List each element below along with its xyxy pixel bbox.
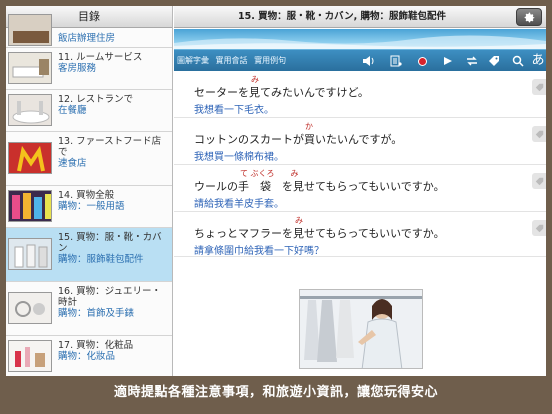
- repeat-icon[interactable]: [464, 53, 480, 69]
- japanese-sentence: コットンのスカートが買いたいんですが。: [194, 133, 403, 146]
- list-item[interactable]: か コットンのスカートが買いたいんですが。 我想買一條棉布裙。: [174, 118, 546, 165]
- kana-icon[interactable]: あ: [530, 53, 546, 69]
- sidebar-item-title: 11. ルームサービス: [58, 52, 143, 63]
- sidebar-item-10[interactable]: 飯店辦理住房: [6, 14, 172, 48]
- tag-icon[interactable]: [486, 53, 502, 69]
- sidebar-item-title: 14. 買物全般: [58, 190, 115, 201]
- list-item[interactable]: て ぶくろ み ウールの手 袋 を見せてもらってもいいですか。 請給我看羊皮手套…: [174, 165, 546, 212]
- japanese-sentence: セーターを見てみたいんですけど。: [194, 86, 369, 99]
- main-header: 15. 買物：服・靴・カバン, 購物：服飾鞋包配件: [174, 6, 546, 28]
- tag-icon: [535, 83, 543, 91]
- thumbnail-image: [8, 238, 52, 270]
- main-panel: 15. 買物：服・靴・カバン, 購物：服飾鞋包配件 圖解字彙 實用會話 實用例句: [174, 6, 546, 376]
- sidebar-item-12[interactable]: 12. レストランで 在餐廳: [6, 90, 172, 132]
- sidebar-item-title: 17. 買物：化粧品: [58, 340, 134, 351]
- list-item[interactable]: み セーターを見てみたいんですけど。 我想看一下毛衣。: [174, 71, 546, 118]
- sentence-list: み セーターを見てみたいんですけど。 我想看一下毛衣。 か コットンのスカートが…: [174, 71, 546, 257]
- sidebar-item-subtitle: 飯店辦理住房: [58, 33, 116, 44]
- promo-caption: 適時提點各種注意事項，和旅遊小資訊，讓您玩得安心: [113, 385, 438, 400]
- tag-icon: [535, 177, 543, 185]
- japanese-sentence: ちょっとマフラーを見せてもらってもいいですか。: [194, 227, 445, 240]
- play-icon[interactable]: [440, 53, 456, 69]
- settings-button[interactable]: [516, 8, 542, 26]
- sidebar-item-subtitle: 客房服務: [58, 63, 97, 74]
- tag-button[interactable]: [532, 220, 546, 236]
- playlist-icon[interactable]: [388, 53, 404, 69]
- chinese-translation: 我想看一下毛衣。: [194, 105, 274, 116]
- decorative-banner: [174, 29, 546, 49]
- sidebar-item-subtitle: 購物：首飾及手錶: [58, 308, 135, 319]
- japanese-sentence: ウールの手 袋 を見せてもらってもいいですか。: [194, 180, 445, 193]
- sidebar-item-subtitle: 速食店: [58, 158, 87, 169]
- sidebar-item-title: 12. レストランで: [58, 94, 134, 105]
- tag-icon: [535, 224, 543, 232]
- tab-conversation[interactable]: 實用會話: [216, 56, 248, 65]
- tag-button[interactable]: [532, 79, 546, 95]
- page-title: 15. 買物：服・靴・カバン, 購物：服飾鞋包配件: [237, 11, 447, 22]
- record-icon[interactable]: [414, 53, 430, 69]
- sidebar-item-13[interactable]: 13. ファーストフード店で 速食店: [6, 132, 172, 186]
- sidebar-item-16[interactable]: 16. 買物：ジュエリー・時計 購物：首飾及手錶: [6, 282, 172, 336]
- tab-example-sentences[interactable]: 實用例句: [254, 56, 286, 65]
- sidebar-item-14[interactable]: 14. 買物全般 購物：一般用語: [6, 186, 172, 228]
- sidebar-item-11[interactable]: 11. ルームサービス 客房服務: [6, 48, 172, 90]
- thumbnail-image: [8, 94, 52, 126]
- list-item[interactable]: み ちょっとマフラーを見せてもらってもいいですか。 請拿條圍巾給我看一下好嗎？: [174, 212, 546, 257]
- search-icon[interactable]: [510, 53, 526, 69]
- sidebar-item-17[interactable]: 17. 買物：化粧品 購物：化妝品: [6, 336, 172, 376]
- chinese-translation: 請拿條圍巾給我看一下好嗎？: [194, 246, 324, 257]
- chinese-translation: 我想買一條棉布裙。: [194, 152, 284, 163]
- tab-vocabulary[interactable]: 圖解字彙: [177, 56, 209, 65]
- sidebar: 目錄 飯店辦理住房 11. ルームサービス 客房服務 12. レストランで 在餐…: [6, 6, 173, 376]
- sidebar-item-subtitle: 購物：服飾鞋包配件: [58, 254, 144, 265]
- thumbnail-image: [8, 14, 52, 46]
- sidebar-item-subtitle: 在餐廳: [58, 105, 87, 116]
- toolbar: 圖解字彙 實用會話 實用例句 あ: [174, 49, 546, 71]
- thumbnail-image: [8, 292, 52, 324]
- sidebar-item-title: 13. ファーストフード店で: [58, 136, 162, 158]
- chinese-translation: 請給我看羊皮手套。: [194, 199, 284, 210]
- sidebar-item-title: 15. 買物：服・靴・カバン: [58, 232, 162, 254]
- illustration-photo: [299, 289, 423, 369]
- thumbnail-image: [8, 142, 52, 174]
- sidebar-item-subtitle: 購物：化妝品: [58, 351, 116, 362]
- sidebar-item-15[interactable]: 15. 買物：服・靴・カバン 購物：服飾鞋包配件: [6, 228, 172, 282]
- thumbnail-image: [8, 52, 52, 84]
- gear-icon: [524, 12, 534, 22]
- tag-button[interactable]: [532, 173, 546, 189]
- thumbnail-image: [8, 340, 52, 372]
- app-window: 目錄 飯店辦理住房 11. ルームサービス 客房服務 12. レストランで 在餐…: [6, 6, 546, 376]
- speaker-icon[interactable]: [360, 53, 376, 69]
- sidebar-item-subtitle: 購物：一般用語: [58, 201, 125, 212]
- sidebar-item-title: 16. 買物：ジュエリー・時計: [58, 286, 161, 308]
- thumbnail-image: [8, 190, 52, 222]
- tag-button[interactable]: [532, 126, 546, 142]
- tag-icon: [535, 130, 543, 138]
